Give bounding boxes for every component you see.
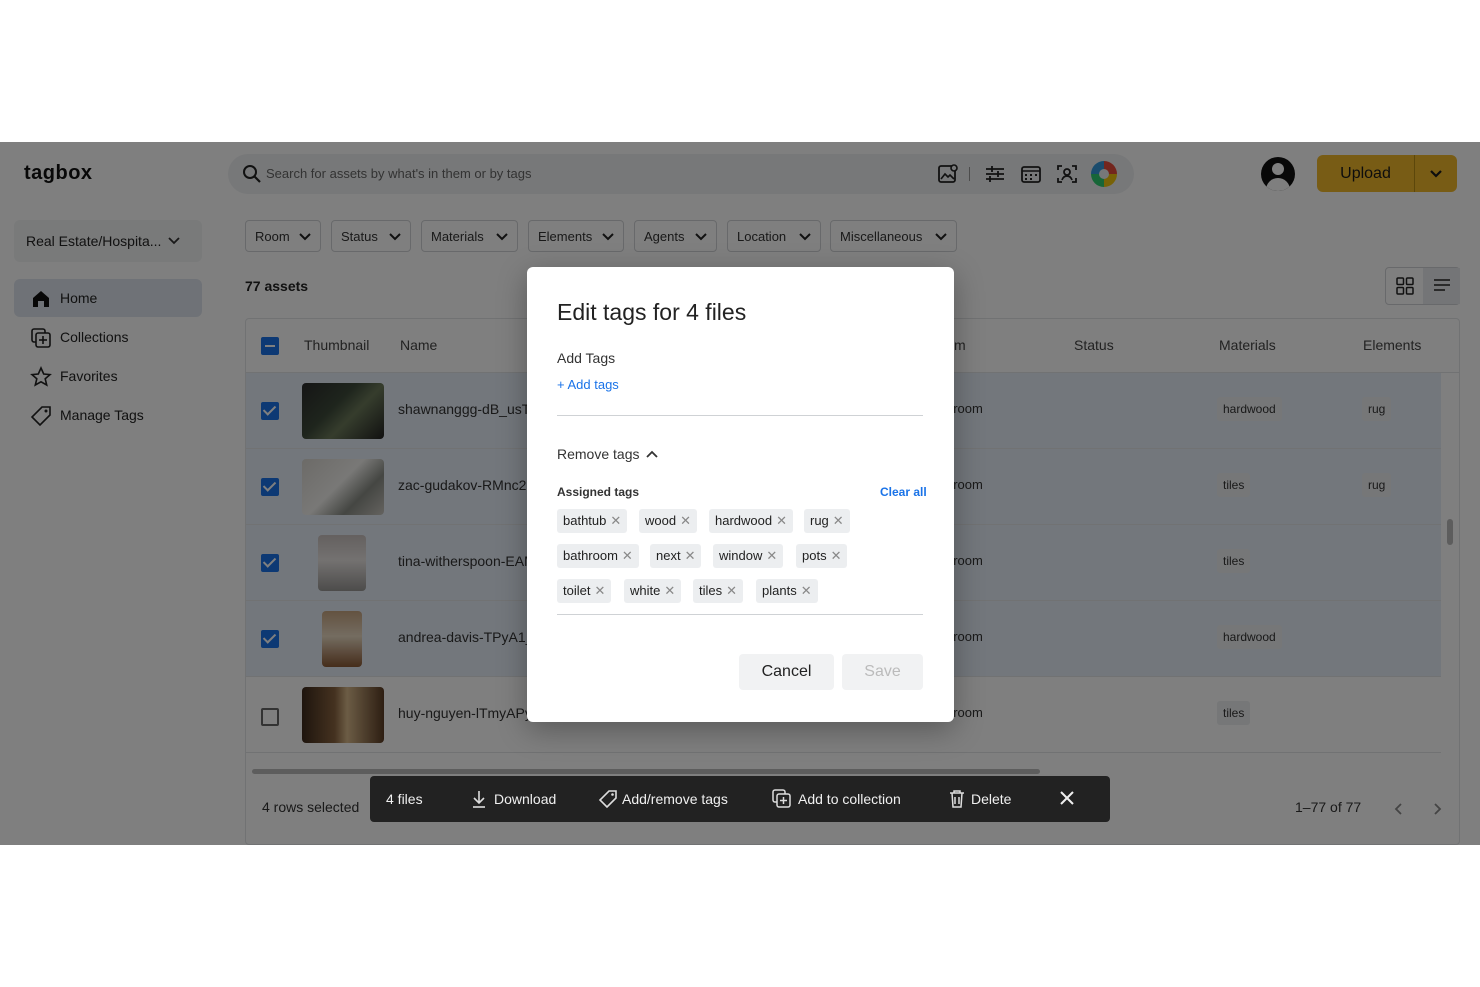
tag-label: plants [762,583,797,598]
remove-tag-icon[interactable]: ✕ [833,509,844,533]
download-button[interactable]: Download [494,791,556,807]
remove-tag-icon[interactable]: ✕ [776,509,787,533]
delete-button[interactable]: Delete [971,791,1011,807]
remove-tag-icon[interactable]: ✕ [831,544,842,568]
assigned-tag: tiles ✕ [693,579,744,603]
assigned-tag: next ✕ [650,544,702,568]
add-tags-link[interactable]: + Add tags [557,377,619,392]
remove-tag-icon[interactable]: ✕ [622,544,633,568]
tag-label: white [630,583,661,598]
remove-tag-icon[interactable]: ✕ [801,579,812,603]
tag-icon[interactable] [598,789,618,809]
remove-tag-icon[interactable]: ✕ [664,579,675,603]
add-tags-label: Add Tags [557,350,616,366]
remove-tag-icon[interactable]: ✕ [610,509,621,533]
dialog-title: Edit tags for 4 files [557,299,747,325]
tag-label: toilet [563,583,591,598]
bulk-action-bar: 4 files Download Add/remove tags Add to … [370,776,1110,822]
tag-label: rug [810,513,829,528]
cancel-button[interactable]: Cancel [739,654,834,690]
tag-label: tiles [699,583,723,598]
assigned-tag: white ✕ [624,579,682,603]
assigned-tag: window ✕ [713,544,784,568]
tag-label: hardwood [715,513,773,528]
assigned-tag: rug ✕ [804,509,850,533]
assigned-tag: hardwood ✕ [709,509,794,533]
assigned-tag: pots ✕ [796,544,848,568]
tag-label: window [719,548,763,563]
divider [557,614,923,615]
collections-icon[interactable] [772,789,792,809]
tag-label: pots [802,548,827,563]
remove-tag-icon[interactable]: ✕ [594,579,605,603]
add-to-collection-button[interactable]: Add to collection [798,791,901,807]
tag-label: next [656,548,681,563]
tag-label: bathtub [563,513,607,528]
assigned-tag: toilet ✕ [557,579,612,603]
remove-tags-label: Remove tags [557,446,640,462]
tag-label: wood [645,513,677,528]
tag-label: bathroom [563,548,618,563]
assigned-tag: bathroom ✕ [557,544,639,568]
chevron-up-icon [645,447,659,464]
assigned-tag: wood ✕ [639,509,697,533]
trash-icon[interactable] [948,789,968,809]
divider [557,415,923,416]
assigned-tag: bathtub ✕ [557,509,628,533]
assigned-tag: plants ✕ [756,579,818,603]
save-button[interactable]: Save [842,654,923,690]
remove-tag-icon[interactable]: ✕ [726,579,737,603]
remove-tags-toggle[interactable]: Remove tags [557,446,659,464]
selected-files-count: 4 files [386,791,423,807]
app-window: tagbox Search for assets by what's in th… [0,142,1480,845]
remove-tag-icon[interactable]: ✕ [685,544,696,568]
close-icon[interactable] [1058,789,1078,809]
remove-tag-icon[interactable]: ✕ [766,544,777,568]
assigned-tags-label: Assigned tags [557,485,640,499]
add-remove-tags-button[interactable]: Add/remove tags [622,791,728,807]
download-icon[interactable] [470,789,490,809]
clear-all-button[interactable]: Clear all [880,485,927,499]
remove-tag-icon[interactable]: ✕ [680,509,691,533]
edit-tags-dialog: Edit tags for 4 files Add Tags + Add tag… [527,267,954,722]
